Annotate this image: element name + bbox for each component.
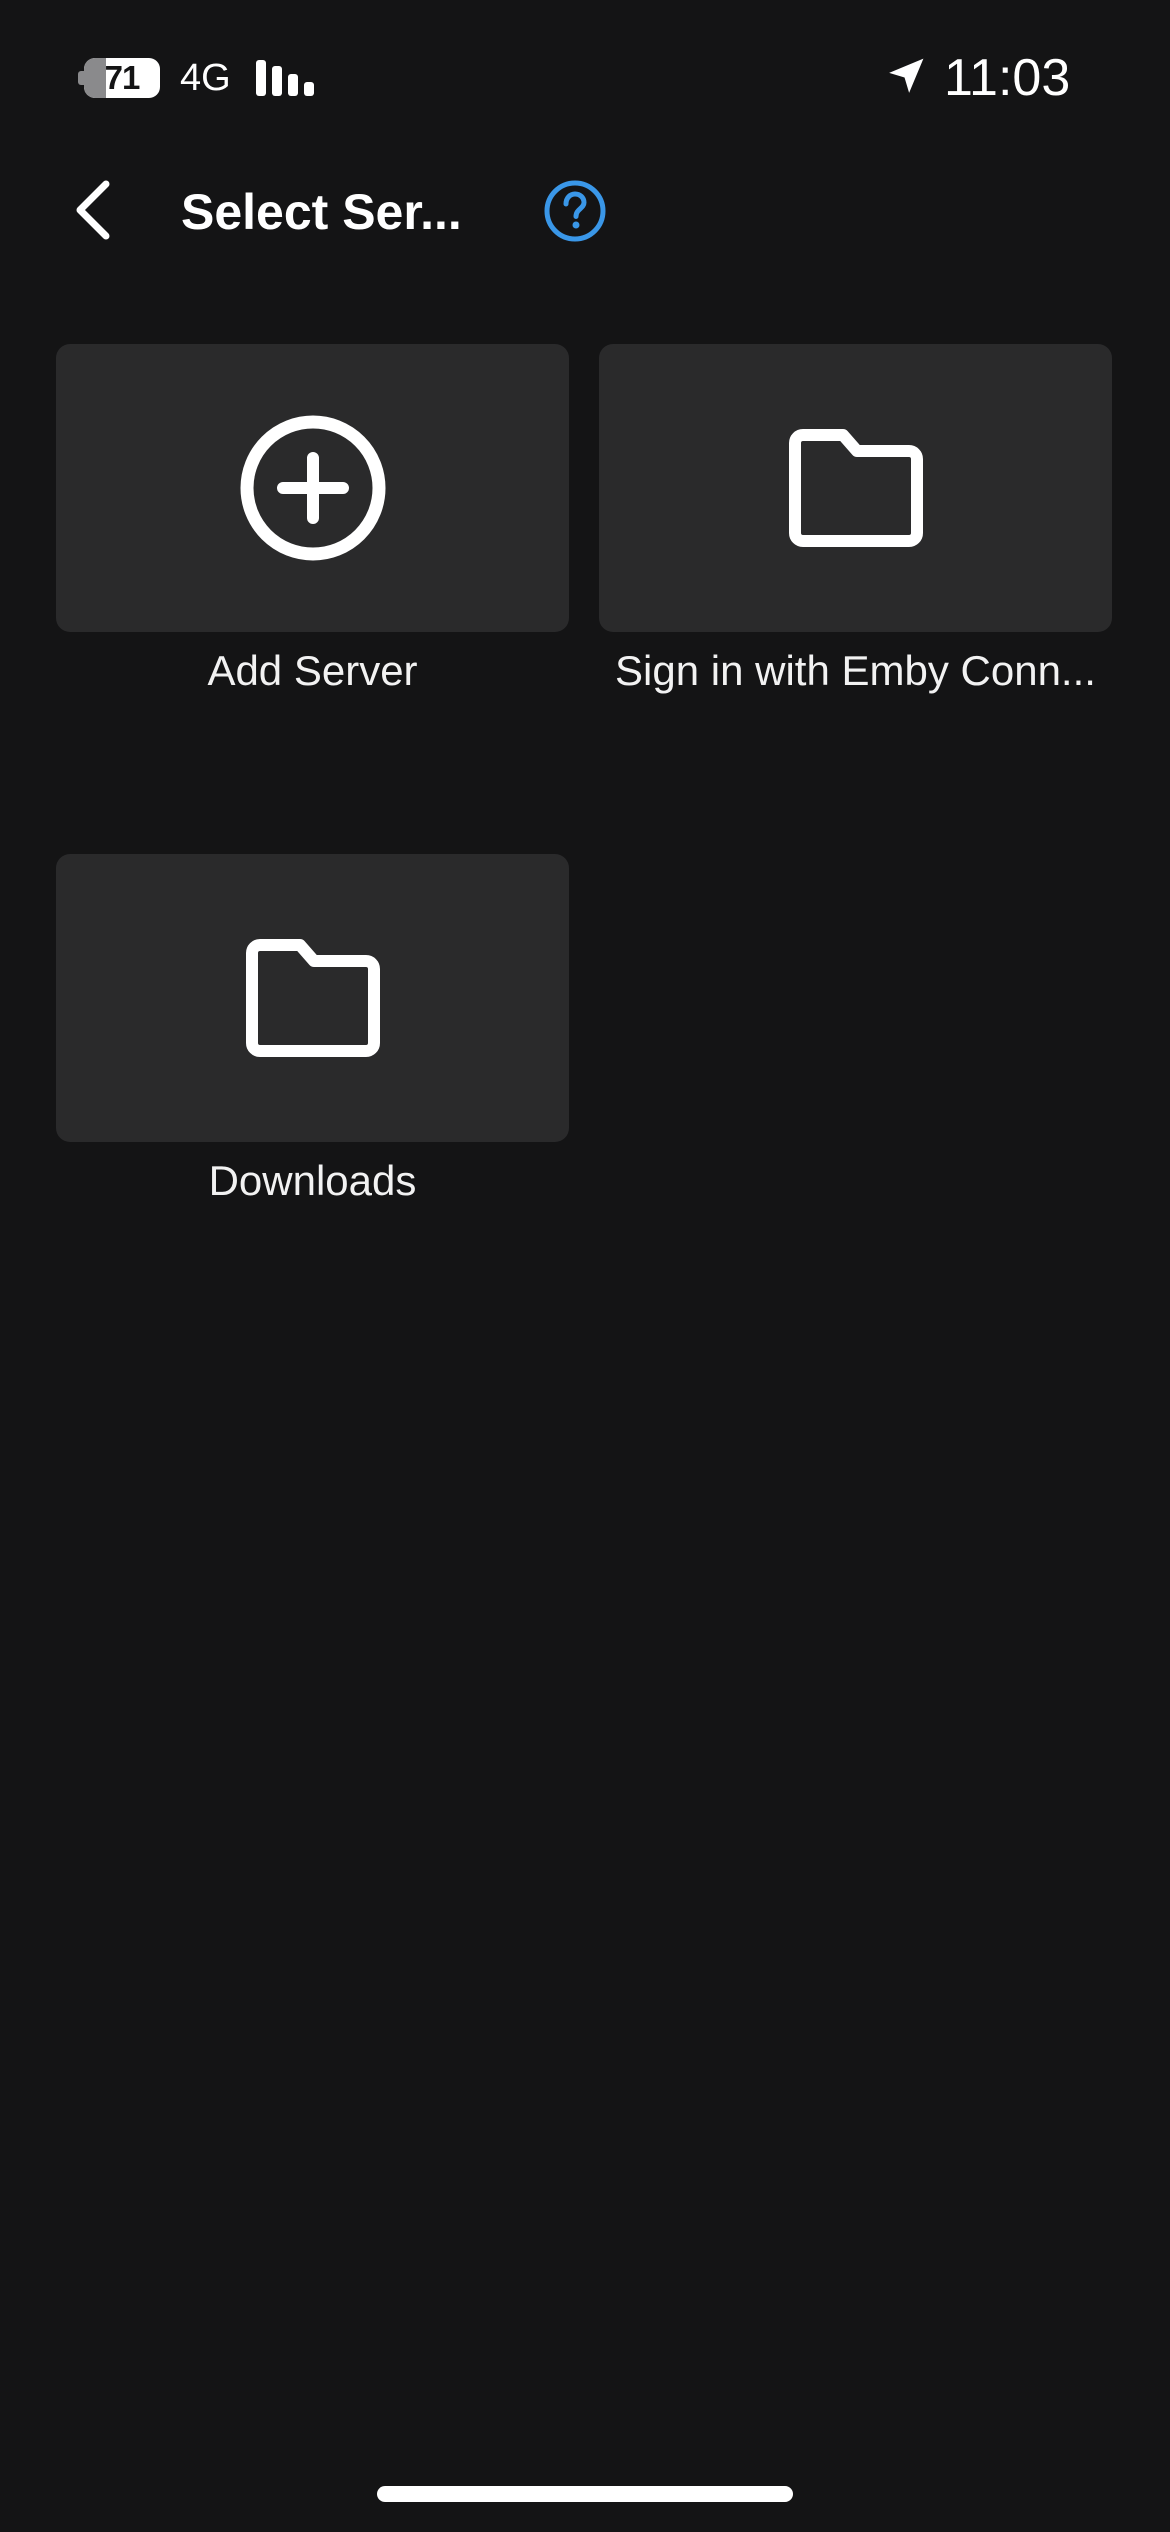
location-arrow-icon <box>889 58 924 93</box>
add-server-label: Add Server <box>207 647 418 694</box>
status-bar: 71 4G 11:03 <box>0 0 1170 150</box>
emby-connect-card[interactable] <box>599 344 1112 632</box>
battery-level: 71 <box>104 59 141 96</box>
status-time: 11:03 <box>944 49 1071 107</box>
back-chevron-icon[interactable] <box>66 178 126 242</box>
emby-connect-tile[interactable]: Sign in with Emby Conn... <box>599 344 1112 696</box>
battery-icon: 71 <box>78 58 162 98</box>
plus-circle-icon <box>240 415 385 561</box>
downloads-tile[interactable]: Downloads <box>56 854 569 1206</box>
add-server-tile[interactable]: Add Server <box>56 344 569 696</box>
header: Select Ser... <box>0 160 1170 260</box>
page-title: Select Ser... <box>181 184 462 240</box>
add-server-card[interactable] <box>56 344 569 632</box>
home-indicator[interactable] <box>377 2486 793 2502</box>
emby-connect-label: Sign in with Emby Conn... <box>615 647 1096 694</box>
downloads-card[interactable] <box>56 854 569 1142</box>
folder-icon <box>245 939 380 1057</box>
help-icon[interactable] <box>542 178 608 244</box>
folder-icon <box>788 429 923 547</box>
cellular-signal-icon <box>256 60 316 96</box>
network-type: 4G <box>180 57 231 99</box>
downloads-label: Downloads <box>208 1157 417 1204</box>
